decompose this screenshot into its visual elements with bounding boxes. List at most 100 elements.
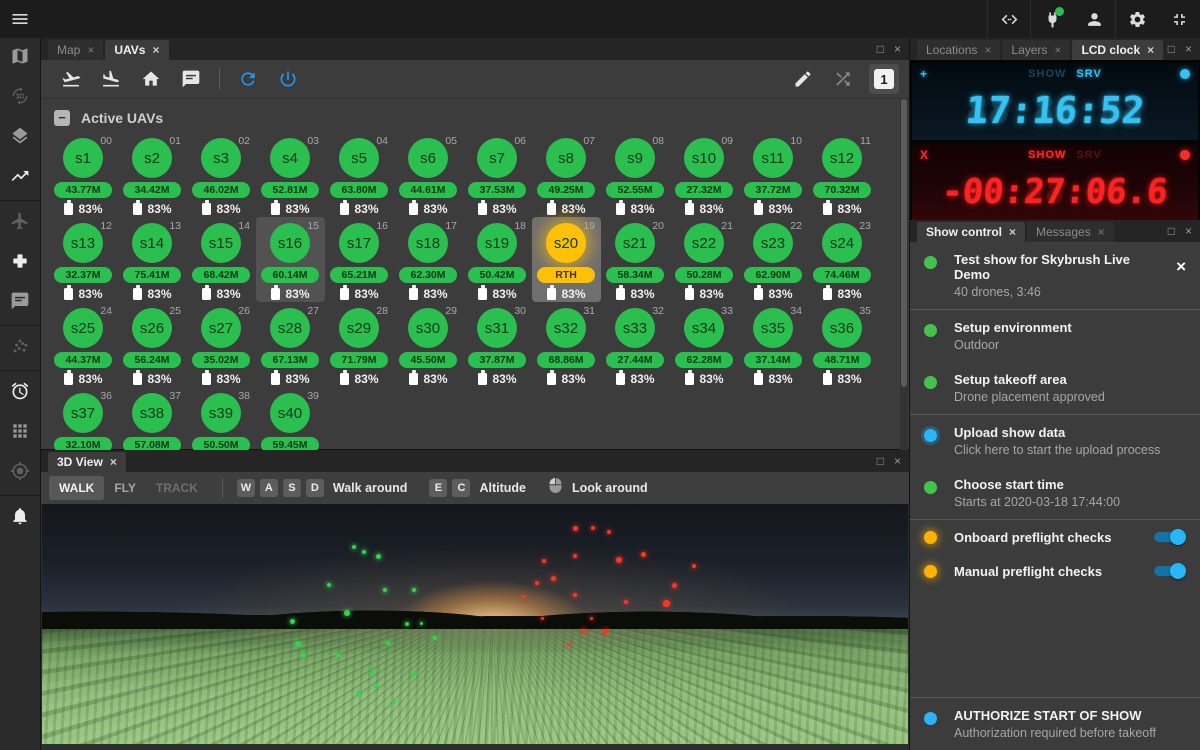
uav-card-s31[interactable]: 30s3137.87M83% <box>463 302 532 387</box>
checklist-item-5[interactable]: Choose start timeStarts at 2020-03-18 17… <box>910 467 1200 519</box>
uav-status-circle[interactable]: s8 <box>546 138 586 178</box>
close-icon[interactable]: × <box>1176 252 1186 275</box>
toggle-switch-on[interactable] <box>1152 562 1186 580</box>
message-icon[interactable] <box>171 60 211 98</box>
gear-icon[interactable] <box>1116 0 1158 38</box>
uav-card-s32[interactable]: 31s3268.86M83% <box>532 302 601 387</box>
uav-card-s12[interactable]: 11s1270.32M83% <box>808 132 877 217</box>
uav-status-circle[interactable]: s33 <box>615 308 655 348</box>
uav-card-s30[interactable]: 29s3045.50M83% <box>394 302 463 387</box>
uav-status-circle[interactable]: s22 <box>684 223 724 263</box>
sidebar-item-datasets[interactable] <box>0 413 40 453</box>
uav-status-circle[interactable]: s30 <box>408 308 448 348</box>
uav-card-s21[interactable]: 20s2158.34M83% <box>601 217 670 302</box>
checklist-item-2[interactable]: Setup environmentOutdoor <box>910 310 1200 362</box>
show-id-toggle[interactable]: 1 <box>869 64 899 94</box>
uav-status-circle[interactable]: s17 <box>339 223 379 263</box>
uav-status-circle[interactable]: s31 <box>477 308 517 348</box>
uav-status-circle[interactable]: s25 <box>63 308 103 348</box>
sidebar-item-notifications[interactable] <box>0 498 40 538</box>
uav-status-circle[interactable]: s32 <box>546 308 586 348</box>
tab-close-icon[interactable]: × <box>152 43 159 57</box>
close-icon[interactable]: × <box>894 42 901 56</box>
power-icon[interactable] <box>268 60 308 98</box>
uav-status-circle[interactable]: s3 <box>201 138 241 178</box>
uav-card-s13[interactable]: 12s1332.37M83% <box>49 217 118 302</box>
uav-status-circle[interactable]: s12 <box>822 138 862 178</box>
maximize-icon[interactable]: □ <box>877 454 884 468</box>
tab-close-icon[interactable]: × <box>1147 43 1154 57</box>
uav-status-circle[interactable]: s21 <box>615 223 655 263</box>
uav-status-circle[interactable]: s19 <box>477 223 517 263</box>
uav-card-s7[interactable]: 06s737.53M83% <box>463 132 532 217</box>
uav-status-circle[interactable]: s40 <box>270 393 310 433</box>
land-icon[interactable] <box>91 60 131 98</box>
scrollbar[interactable] <box>900 99 908 450</box>
tab-close-icon[interactable]: × <box>1054 43 1061 57</box>
checklist-item-6[interactable]: Onboard preflight checks <box>910 520 1200 554</box>
uav-status-circle[interactable]: s29 <box>339 308 379 348</box>
close-icon[interactable]: × <box>1185 42 1192 56</box>
sidebar-item-messages[interactable] <box>0 283 40 323</box>
uav-card-s19[interactable]: 18s1950.42M83% <box>463 217 532 302</box>
checklist-item-7[interactable]: Manual preflight checks <box>910 554 1200 588</box>
compress-icon[interactable] <box>1158 0 1200 38</box>
tab-close-icon[interactable]: × <box>110 455 117 469</box>
uav-card-s4[interactable]: 03s452.81M83% <box>256 132 325 217</box>
sidebar-item-swarm[interactable] <box>0 328 40 368</box>
uav-status-circle[interactable]: s13 <box>63 223 103 263</box>
uav-card-s11[interactable]: 10s1137.72M83% <box>739 132 808 217</box>
maximize-icon[interactable]: □ <box>877 42 884 56</box>
checklist-item-4[interactable]: Upload show dataClick here to start the … <box>910 415 1200 467</box>
checklist-item-1[interactable]: Test show for Skybrush Live Demo40 drone… <box>910 242 1200 309</box>
uav-card-s34[interactable]: 33s3462.28M83% <box>670 302 739 387</box>
uav-card-s15[interactable]: 14s1568.42M83% <box>187 217 256 302</box>
uav-status-circle[interactable]: s1 <box>63 138 103 178</box>
tab-lcd-clock[interactable]: LCD clock× <box>1072 40 1163 60</box>
uav-status-circle[interactable]: s2 <box>132 138 172 178</box>
uav-card-s17[interactable]: 16s1765.21M83% <box>325 217 394 302</box>
uav-card-s37[interactable]: 36s3732.10M83% <box>49 387 118 450</box>
uav-status-circle[interactable]: s26 <box>132 308 172 348</box>
uav-status-circle[interactable]: s36 <box>822 308 862 348</box>
close-icon[interactable]: × <box>1185 224 1192 238</box>
uav-card-s23[interactable]: 22s2362.90M83% <box>739 217 808 302</box>
tab-layers[interactable]: Layers× <box>1002 40 1070 60</box>
tab-locations[interactable]: Locations× <box>917 40 1000 60</box>
authorize-start-row[interactable]: AUTHORIZE START OF SHOWAuthorization req… <box>910 698 1200 750</box>
uav-card-s2[interactable]: 01s234.42M83% <box>118 132 187 217</box>
uav-status-circle[interactable]: s9 <box>615 138 655 178</box>
edit-icon[interactable] <box>783 60 823 98</box>
uav-card-s16[interactable]: 15s1660.14M83% <box>256 217 325 302</box>
uav-card-s14[interactable]: 13s1475.41M83% <box>118 217 187 302</box>
uav-status-circle[interactable]: s35 <box>753 308 793 348</box>
uav-card-s33[interactable]: 32s3327.44M83% <box>601 302 670 387</box>
uav-card-s25[interactable]: 24s2544.37M83% <box>49 302 118 387</box>
authorize-start-of-show[interactable]: AUTHORIZE START OF SHOWAuthorization req… <box>910 698 1200 750</box>
sidebar-item-charts[interactable] <box>0 158 40 198</box>
maximize-icon[interactable]: □ <box>1168 224 1175 238</box>
tab-close-icon[interactable]: × <box>984 43 991 57</box>
sidebar-item-show-control[interactable] <box>0 243 40 283</box>
uav-status-circle[interactable]: s16 <box>270 223 310 263</box>
sidebar-item-uavs[interactable] <box>0 203 40 243</box>
tab-map[interactable]: Map× <box>48 40 103 60</box>
uav-status-circle[interactable]: s23 <box>753 223 793 263</box>
uav-status-circle[interactable]: s20 <box>546 223 586 263</box>
scrollbar-thumb[interactable] <box>901 99 907 387</box>
plug-icon[interactable] <box>1031 0 1073 38</box>
sidebar-item-location[interactable] <box>0 453 40 493</box>
tab-close-icon[interactable]: × <box>1009 225 1016 239</box>
uav-status-circle[interactable]: s24 <box>822 223 862 263</box>
sidebar-item-3d-view[interactable]: 3D <box>0 78 40 118</box>
maximize-icon[interactable]: □ <box>1168 42 1175 56</box>
refresh-icon[interactable] <box>228 60 268 98</box>
mode-button-fly[interactable]: FLY <box>104 476 146 500</box>
uav-card-s39[interactable]: 38s3950.50M83% <box>187 387 256 450</box>
checklist-item-3[interactable]: Setup takeoff areaDrone placement approv… <box>910 362 1200 414</box>
uav-card-s36[interactable]: 35s3648.71M83% <box>808 302 877 387</box>
uav-card-s22[interactable]: 21s2250.28M83% <box>670 217 739 302</box>
uav-card-s20[interactable]: 19s20RTH83% <box>532 217 601 302</box>
sidebar-item-clocks[interactable] <box>0 373 40 413</box>
sidebar-item-layers[interactable] <box>0 118 40 158</box>
